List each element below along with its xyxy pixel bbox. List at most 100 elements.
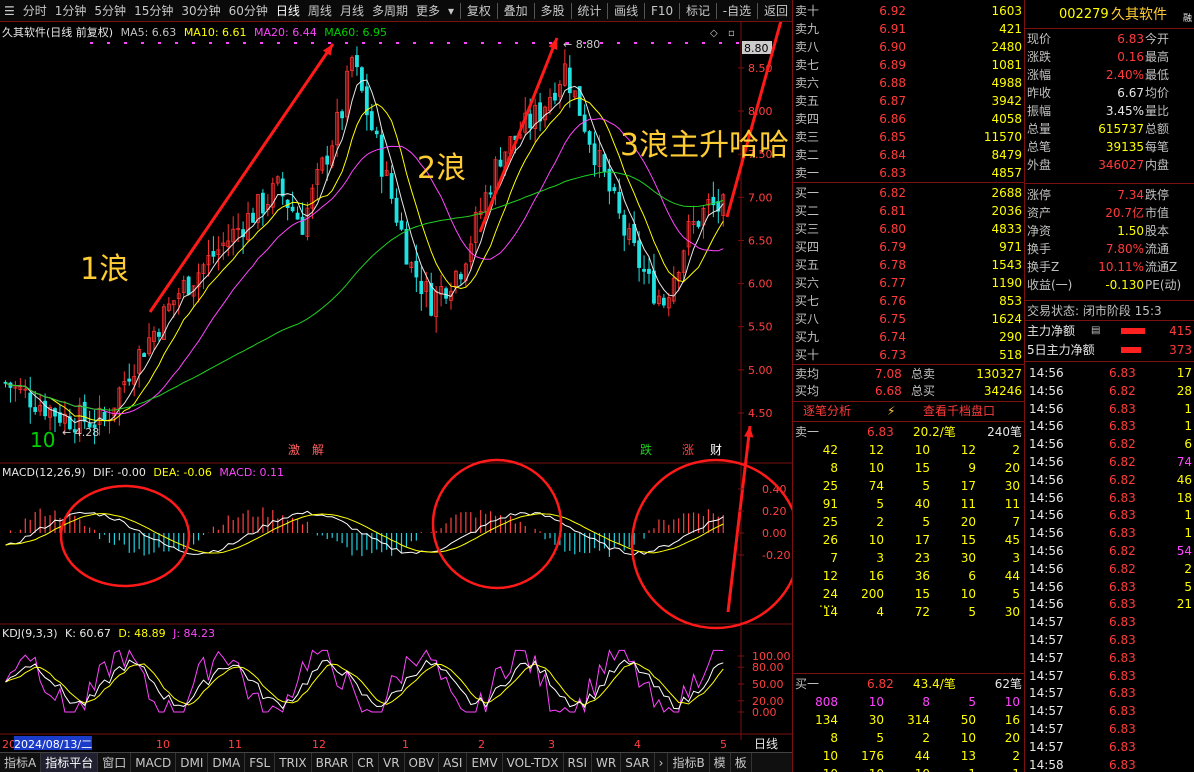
- indicator-tab-14[interactable]: VOL-TDX: [503, 752, 564, 772]
- period-tab-9[interactable]: 多周期: [368, 0, 412, 22]
- indicator-tab-7[interactable]: TRIX: [275, 752, 312, 772]
- tick-price: 6.83: [1109, 757, 1136, 772]
- indicator-tab-1[interactable]: 指标平台: [41, 752, 99, 772]
- signal-glyph: 激: [288, 443, 300, 457]
- period-tab-5[interactable]: 60分钟: [225, 0, 272, 22]
- more-chevron-icon[interactable]: ▾: [444, 0, 458, 22]
- indicator-tab-20[interactable]: 模: [710, 752, 731, 772]
- period-tab-8[interactable]: 月线: [336, 0, 368, 22]
- indicator-tab-0[interactable]: 指标A: [0, 752, 42, 772]
- candle-body: [404, 228, 409, 265]
- toolbar-btn-1[interactable]: 叠加: [500, 0, 532, 22]
- queue-cell: 13: [960, 749, 976, 763]
- indicator-tab-10[interactable]: VR: [379, 752, 405, 772]
- toolbar-btn-4[interactable]: 画线: [610, 0, 642, 22]
- period-tab-2[interactable]: 5分钟: [90, 0, 130, 22]
- tick-row: 14:56 6.82 6: [1025, 435, 1194, 453]
- tick-price: 6.83: [1109, 686, 1136, 701]
- toolbar-menu-icon[interactable]: ☰: [0, 0, 19, 22]
- candle-body: [142, 353, 147, 357]
- tick-time: 14:56: [1029, 366, 1064, 380]
- period-tab-1[interactable]: 1分钟: [51, 0, 91, 22]
- date-axis-label: 2: [478, 738, 485, 751]
- bid1-count: 62笔: [994, 677, 1022, 691]
- ob-label: 买二: [795, 204, 820, 218]
- tick-analysis-tab[interactable]: 逐笔分析: [803, 402, 851, 420]
- toolbar-btn-3[interactable]: 统计: [573, 0, 605, 22]
- period-tab-0[interactable]: 分时: [19, 0, 51, 22]
- ob-label: 卖十: [795, 4, 820, 18]
- thousand-level-tab[interactable]: 查看千档盘口: [923, 402, 995, 420]
- candle-body: [127, 378, 132, 382]
- tick-volume: 18: [1176, 490, 1192, 505]
- queue-cell: 2: [1012, 443, 1020, 457]
- ask1-label: 卖一: [795, 425, 820, 439]
- queue-cell: 23: [914, 551, 930, 565]
- indicator-tab-12[interactable]: ASI: [439, 752, 468, 772]
- toolbar-btn-8[interactable]: 返回: [760, 0, 792, 22]
- indicator-tab-19[interactable]: 指标B: [668, 752, 710, 772]
- ask-queue-row: 26 10 17 15 45: [793, 531, 1024, 549]
- tick-time: 14:56: [1029, 544, 1064, 558]
- ask-row: 卖六 6.88 4988: [793, 74, 1024, 92]
- indicator-tab-3[interactable]: MACD: [131, 752, 177, 772]
- indicator-tab-15[interactable]: RSI: [564, 752, 593, 772]
- indicator-tab-9[interactable]: CR: [353, 752, 379, 772]
- avg-ask-label: 卖均: [795, 367, 820, 381]
- signal-dot: [396, 42, 399, 44]
- price-axis-label: 5.50: [748, 321, 773, 334]
- macd-title: MACD(12,26,9): [2, 466, 86, 479]
- queue-cell: 7: [830, 551, 838, 565]
- toolbar-btn-5[interactable]: F10: [647, 0, 677, 22]
- queue-cell: 30: [1004, 479, 1020, 493]
- candle-body: [280, 178, 285, 197]
- indicator-tab-16[interactable]: WR: [592, 752, 622, 772]
- toolbar-btn-6[interactable]: 标记: [682, 0, 714, 22]
- quote-value: 346027: [1098, 158, 1144, 172]
- indicator-tab-21[interactable]: 板: [731, 752, 752, 772]
- indicator-tab-18[interactable]: ›: [655, 752, 669, 772]
- indicator-tab-2[interactable]: 窗口: [98, 752, 132, 772]
- indicator-tab-8[interactable]: BRAR: [312, 752, 354, 772]
- price-axis-label: 8.00: [748, 105, 773, 118]
- period-tab-10[interactable]: 更多: [412, 0, 444, 22]
- period-tab-3[interactable]: 15分钟: [130, 0, 177, 22]
- tick-row: 14:56 6.83 1: [1025, 417, 1194, 435]
- queue-cell: 808: [815, 695, 838, 709]
- quote-label: 振幅: [1027, 104, 1052, 118]
- ob-tabs: 逐笔分析 ⚡ 查看千档盘口: [793, 402, 1024, 420]
- toolbar-divider: [607, 2, 609, 19]
- ask-queue-row: 25 74 5 17 30: [793, 477, 1024, 495]
- indicator-tab-4[interactable]: DMI: [176, 752, 209, 772]
- signal-glyph: 涨: [682, 442, 694, 457]
- bid-row: 买七 6.76 853: [793, 292, 1024, 310]
- tick-row: 14:56 6.82 2: [1025, 560, 1194, 578]
- period-tab-4[interactable]: 30分钟: [177, 0, 224, 22]
- signal-dot: [294, 42, 297, 44]
- list-icon[interactable]: ▤: [1091, 322, 1100, 340]
- ob-divider: [793, 182, 1024, 183]
- indicator-tab-6[interactable]: FSL: [245, 752, 276, 772]
- indicator-tab-11[interactable]: OBV: [405, 752, 440, 772]
- signal-dot: [498, 42, 501, 44]
- indicator-tab-5[interactable]: DMA: [208, 752, 246, 772]
- indicator-tab-13[interactable]: EMV: [467, 752, 503, 772]
- indicator-tab-17[interactable]: SAR: [621, 752, 655, 772]
- tick-time: 14:57: [1029, 722, 1064, 736]
- queue-cell: 1: [1012, 765, 1020, 772]
- period-tab-7[interactable]: 周线: [304, 0, 336, 22]
- quote-right-label: 流通: [1145, 242, 1170, 256]
- toolbar-btn-7[interactable]: -自选: [719, 0, 755, 22]
- quote-label: 资产: [1027, 206, 1052, 220]
- toolbar-divider: [644, 2, 645, 19]
- signal-dot: [311, 42, 314, 44]
- j-value: J: 84.23: [173, 627, 216, 640]
- diamond-icon[interactable]: ◇: [710, 28, 718, 39]
- collapse-icon[interactable]: ▫: [728, 28, 735, 39]
- queue-cell: 30: [868, 713, 884, 727]
- quote-label: 昨收: [1027, 86, 1052, 100]
- toolbar-btn-2[interactable]: 多股: [536, 0, 568, 22]
- tick-time: 14:56: [1029, 579, 1064, 594]
- period-tab-6[interactable]: 日线: [272, 0, 304, 22]
- toolbar-btn-0[interactable]: 复权: [463, 0, 495, 22]
